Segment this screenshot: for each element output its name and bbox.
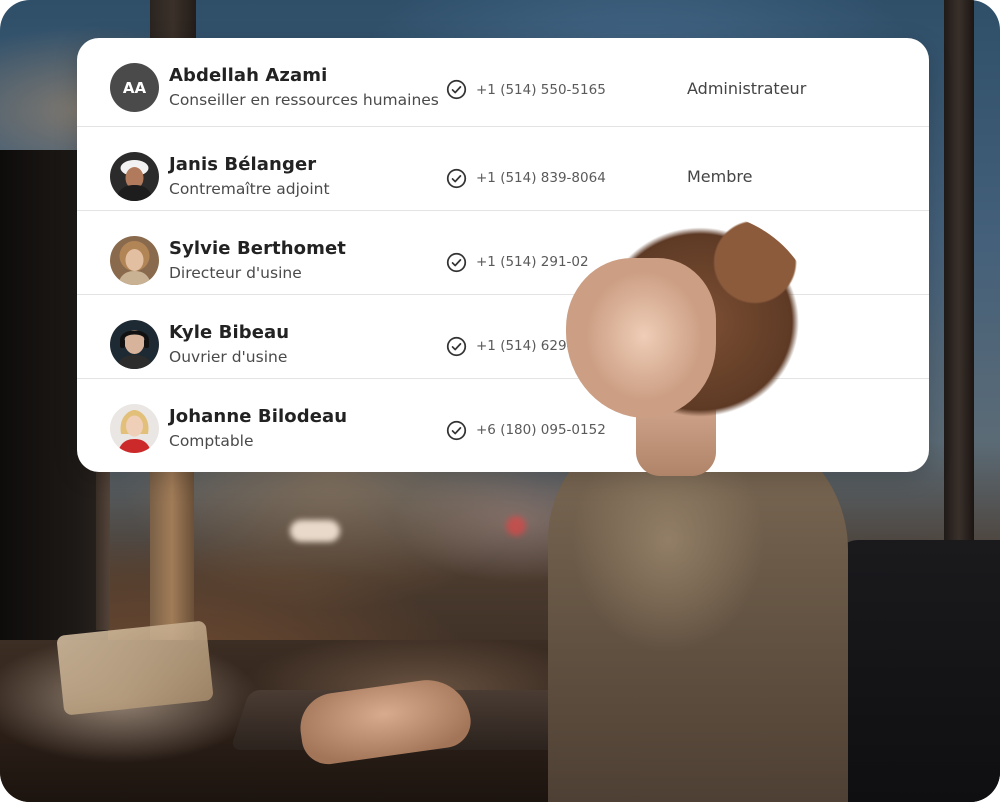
- contact-phone: +1 (514) 550-5165: [476, 82, 606, 98]
- contact-role: Contremaître adjoint: [169, 180, 330, 198]
- check-circle-icon: [446, 252, 467, 273]
- contact-name: Sylvie Berthomet: [169, 238, 347, 259]
- window-frame-bar: [150, 0, 196, 40]
- avatar: [110, 152, 159, 201]
- hero-photo-background: AA Abdellah Azami Conseiller en ressourc…: [0, 0, 1000, 802]
- contact-phone: +6 (180) 095-0152: [476, 422, 606, 438]
- avatar-photo: [110, 236, 159, 285]
- contact-name: Kyle Bibeau: [169, 322, 290, 343]
- contact-role: Ouvrier d'usine: [169, 348, 288, 366]
- avatar: [110, 404, 159, 453]
- contact-phone: +1 (514) 629-: [476, 338, 572, 354]
- avatar-photo: [110, 320, 159, 369]
- contact-role: Directeur d'usine: [169, 264, 302, 282]
- contact-row[interactable]: Janis Bélanger Contremaître adjoint +1 (…: [77, 127, 929, 211]
- avatar-photo: [110, 404, 159, 453]
- contact-role: Conseiller en ressources humaines: [169, 91, 439, 109]
- contact-name: Abdellah Azami: [169, 65, 328, 86]
- contact-row[interactable]: AA Abdellah Azami Conseiller en ressourc…: [77, 38, 929, 127]
- bokeh-light: [290, 520, 340, 542]
- avatar: [110, 236, 159, 285]
- avatar-initials: AA: [122, 78, 147, 97]
- bokeh-light: [506, 516, 526, 536]
- contact-name: Johanne Bilodeau: [169, 406, 348, 427]
- contact-phone: +1 (514) 291-02: [476, 254, 589, 270]
- contact-permission: Membre: [687, 167, 753, 186]
- contact-row[interactable]: Johanne Bilodeau Comptable +6 (180) 095-…: [77, 379, 929, 462]
- contact-list-card: AA Abdellah Azami Conseiller en ressourc…: [77, 38, 929, 472]
- contact-permission: Administrateur: [687, 79, 807, 98]
- avatar-photo: [110, 152, 159, 201]
- contact-phone: +1 (514) 839-8064: [476, 170, 606, 186]
- window-frame-bar: [944, 0, 974, 560]
- avatar: AA: [110, 63, 159, 112]
- check-circle-icon: [446, 336, 467, 357]
- woman-torso: [548, 420, 848, 802]
- paper-clutter: [56, 620, 214, 716]
- check-circle-icon: [446, 420, 467, 441]
- contact-role: Comptable: [169, 432, 254, 450]
- office-chair: [836, 540, 1000, 802]
- check-circle-icon: [446, 168, 467, 189]
- contact-name: Janis Bélanger: [169, 154, 317, 175]
- check-circle-icon: [446, 79, 467, 100]
- avatar: [110, 320, 159, 369]
